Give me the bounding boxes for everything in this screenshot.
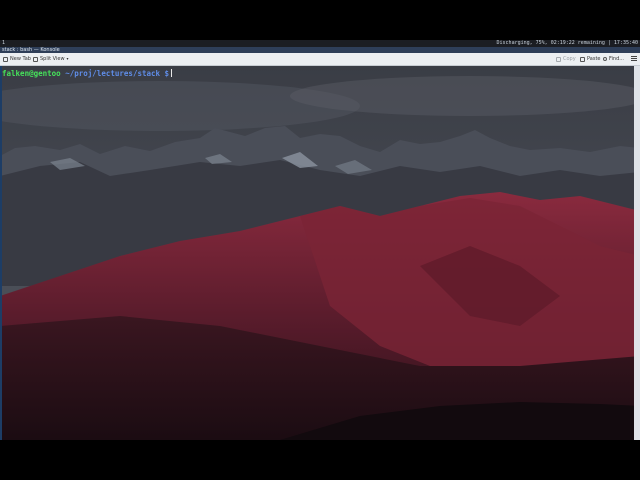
battery-clock-status: Discharging, 75%, 02:19:22 remaining | 1… [496, 40, 638, 46]
shell-prompt[interactable]: falken@gentoo ~/proj/lectures/stack $ [2, 69, 173, 78]
copy-label: Copy [563, 56, 576, 62]
text-cursor [171, 69, 173, 77]
copy-button[interactable]: Copy [556, 55, 576, 63]
split-view-icon [33, 56, 38, 62]
prompt-path: ~/proj/lectures/stack $ [60, 69, 170, 78]
desktop-screen: 1 Discharging, 75%, 02:19:22 remaining |… [0, 40, 640, 440]
find-label: Find... [609, 56, 625, 62]
search-icon [603, 57, 607, 61]
paste-button[interactable]: Paste [580, 55, 601, 63]
chevron-down-icon: ▾ [66, 56, 69, 61]
tab-indicator-strip [0, 66, 2, 440]
hamburger-menu-icon[interactable] [631, 56, 637, 61]
workspace-indicator[interactable]: 1 [2, 40, 5, 47]
terminal-area[interactable]: falken@gentoo ~/proj/lectures/stack $ [0, 66, 640, 440]
konsole-toolbar: New Tab Split View ▾ Copy Paste Find... [0, 53, 640, 66]
new-tab-button[interactable]: New Tab [3, 55, 31, 63]
mountain-wallpaper [0, 66, 640, 440]
split-view-button[interactable]: Split View ▾ [33, 55, 69, 63]
system-status-bar: 1 Discharging, 75%, 02:19:22 remaining |… [0, 40, 640, 47]
copy-icon [556, 56, 561, 62]
new-tab-label: New Tab [10, 56, 31, 62]
new-tab-icon [3, 56, 8, 62]
paste-label: Paste [587, 56, 601, 62]
find-button[interactable]: Find... [603, 55, 624, 63]
split-view-label: Split View [40, 56, 65, 62]
paste-icon [580, 56, 585, 62]
scrollbar[interactable] [634, 66, 640, 440]
prompt-user-host: falken@gentoo [2, 69, 61, 78]
